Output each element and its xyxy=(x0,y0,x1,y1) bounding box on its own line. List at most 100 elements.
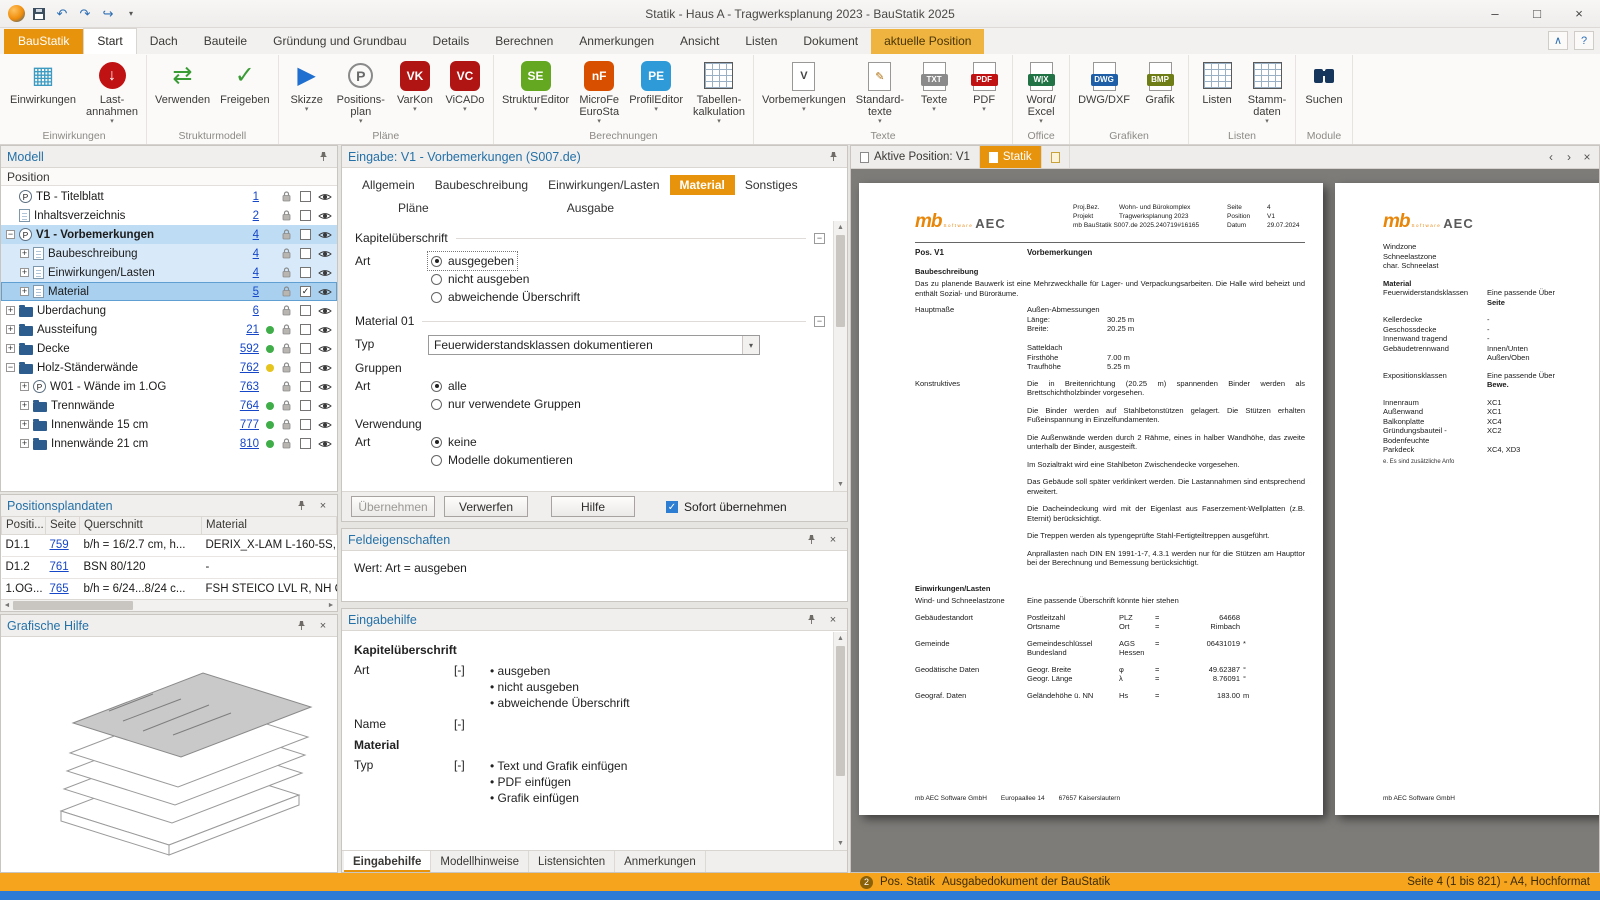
pin-icon[interactable] xyxy=(825,149,841,165)
eye-icon[interactable] xyxy=(317,287,333,297)
pdf-button[interactable]: PDFPDF▾ xyxy=(959,56,1009,114)
tree-row-w01-w-nde-im-1-og[interactable]: +PW01 - Wände im 1.OG763 xyxy=(1,377,337,396)
eye-icon[interactable] xyxy=(317,192,333,202)
row-checkbox[interactable] xyxy=(300,210,311,221)
help-tab-anmerkungen[interactable]: Anmerkungen xyxy=(615,851,706,872)
tab-aktive-position[interactable]: Aktive Position: V1 xyxy=(851,146,980,168)
scroll-right-arrow[interactable]: ► xyxy=(325,600,337,611)
radio-option-nicht-ausgeben[interactable]: nicht ausgeben xyxy=(428,270,532,288)
sofort-uebernehmen-checkbox[interactable]: ✓ xyxy=(666,501,678,513)
row-checkbox[interactable] xyxy=(300,324,311,335)
vertical-scrollbar[interactable]: ▲ ▼ xyxy=(833,632,847,850)
lock-icon[interactable] xyxy=(280,286,293,297)
verwenden-button[interactable]: ⇄Verwenden xyxy=(150,56,215,107)
tree-row-v1-vorbemerkungen[interactable]: −PV1 - Vorbemerkungen4 xyxy=(1,225,337,244)
row-checkbox[interactable] xyxy=(300,419,311,430)
lock-icon[interactable] xyxy=(280,362,293,373)
eye-icon[interactable] xyxy=(317,420,333,430)
standard-texte-button[interactable]: ✎Standard-texte▾ xyxy=(851,56,909,126)
ribbon-tab-berechnen[interactable]: Berechnen xyxy=(482,29,566,54)
tree-row-aussteifung[interactable]: +Aussteifung21 xyxy=(1,320,337,339)
tree-row-material[interactable]: +Material5✓ xyxy=(1,282,337,301)
page-number-link[interactable]: 592 xyxy=(231,343,259,355)
horizontal-scrollbar[interactable]: ◄ ► xyxy=(1,599,337,611)
app-menu-button[interactable] xyxy=(6,4,26,24)
scroll-up-arrow[interactable]: ▲ xyxy=(834,221,847,234)
close-panel-button[interactable]: × xyxy=(825,532,841,548)
expand-toggle[interactable]: + xyxy=(6,306,15,315)
grafik-button[interactable]: BMPGrafik xyxy=(1135,56,1185,107)
page-number-link[interactable]: 763 xyxy=(231,381,259,393)
redo-button[interactable]: ↷ xyxy=(75,4,95,24)
row-checkbox[interactable] xyxy=(300,400,311,411)
collapse-ribbon-button[interactable]: ∧ xyxy=(1548,31,1568,50)
page-number-link[interactable]: 21 xyxy=(231,324,259,336)
radio-option-keine[interactable]: keine xyxy=(428,433,480,451)
expand-toggle[interactable]: + xyxy=(6,344,15,353)
tabellen-kalkulation-button[interactable]: Tabellen-kalkulation▾ xyxy=(688,56,750,126)
verwerfen-button[interactable]: Verwerfen xyxy=(444,496,528,517)
eye-icon[interactable] xyxy=(317,382,333,392)
posplan-row[interactable]: D1.1759b/h = 16/2.7 cm, h...DERIX_X-LAM … xyxy=(2,534,337,556)
lock-icon[interactable] xyxy=(280,324,293,335)
eingabe-tab-baubeschreibung[interactable]: Baubeschreibung xyxy=(425,175,538,195)
collapse-section-button[interactable]: − xyxy=(814,316,825,327)
lock-icon[interactable] xyxy=(280,381,293,392)
ribbon-tab-start[interactable]: Start xyxy=(83,28,136,54)
close-panel-button[interactable]: × xyxy=(315,618,331,634)
eingabe-tab-einwirkungen-lasten[interactable]: Einwirkungen/Lasten xyxy=(538,175,669,195)
lock-icon[interactable] xyxy=(280,419,293,430)
expand-toggle[interactable]: + xyxy=(20,382,29,391)
eye-icon[interactable] xyxy=(317,401,333,411)
column-header-positi[interactable]: Positi... xyxy=(2,517,46,534)
positions-plan-button[interactable]: PPositions-plan▾ xyxy=(332,56,390,126)
varkon-button[interactable]: VKVarKon▾ xyxy=(390,56,440,114)
stamm-daten-button[interactable]: Stamm-daten▾ xyxy=(1242,56,1292,126)
lock-icon[interactable] xyxy=(280,343,293,354)
forward-button[interactable]: ↪ xyxy=(98,4,118,24)
tree-row-berdachung[interactable]: +Überdachung6 xyxy=(1,301,337,320)
eye-icon[interactable] xyxy=(317,230,333,240)
previous-tab-button[interactable]: ‹ xyxy=(1543,148,1559,166)
expand-toggle[interactable]: + xyxy=(20,439,29,448)
page-number-link[interactable]: 6 xyxy=(231,305,259,317)
word-excel-button[interactable]: W|XWord/Excel▾ xyxy=(1016,56,1066,126)
page-number-link[interactable]: 4 xyxy=(231,229,259,241)
tree-row-innenw-nde-21-cm[interactable]: +Innenwände 21 cm810 xyxy=(1,434,337,453)
expand-toggle[interactable]: + xyxy=(6,325,15,334)
row-checkbox[interactable] xyxy=(300,381,311,392)
pin-icon[interactable] xyxy=(803,612,819,628)
eye-icon[interactable] xyxy=(317,325,333,335)
customize-toolbar-button[interactable]: ▾ xyxy=(121,4,141,24)
eye-icon[interactable] xyxy=(317,249,333,259)
close-button[interactable]: × xyxy=(1558,0,1600,27)
eye-icon[interactable] xyxy=(317,211,333,221)
dwg-dxf-button[interactable]: DWGDWG/DXF xyxy=(1073,56,1135,107)
pin-icon[interactable] xyxy=(293,498,309,514)
row-checkbox[interactable] xyxy=(300,362,311,373)
eye-icon[interactable] xyxy=(317,306,333,316)
suchen-button[interactable]: Suchen xyxy=(1299,56,1349,107)
expand-toggle[interactable]: − xyxy=(6,363,15,372)
collapse-section-button[interactable]: − xyxy=(814,233,825,244)
document-area[interactable]: mbSoftwareAECProj.Bez.Wohn- und Bürokomp… xyxy=(851,169,1599,872)
lock-icon[interactable] xyxy=(280,400,293,411)
skizze-button[interactable]: ▶Skizze▾ xyxy=(282,56,332,114)
freigeben-button[interactable]: ✓Freigeben xyxy=(215,56,275,107)
column-header-material[interactable]: Material xyxy=(202,517,337,534)
einwirkungen-button[interactable]: ▦Einwirkungen xyxy=(5,56,81,107)
tree-row-inhaltsverzeichnis[interactable]: Inhaltsverzeichnis2 xyxy=(1,206,337,225)
radio-option-ausgegeben[interactable]: ausgegeben xyxy=(428,252,517,270)
listen-button[interactable]: Listen xyxy=(1192,56,1242,107)
close-panel-button[interactable]: × xyxy=(315,498,331,514)
struktureditor-button[interactable]: SEStrukturEditor▾ xyxy=(497,56,574,114)
tree-row-einwirkungen-lasten[interactable]: +Einwirkungen/Lasten4 xyxy=(1,263,337,282)
row-checkbox[interactable] xyxy=(300,248,311,259)
scrollbar-thumb[interactable] xyxy=(13,601,133,610)
column-header-querschnitt[interactable]: Querschnitt xyxy=(80,517,202,534)
ribbon-tab-aktuelle-position[interactable]: aktuelle Position xyxy=(871,29,984,54)
posplan-row[interactable]: D1.2761BSN 80/120- xyxy=(2,556,337,578)
maximize-button[interactable]: □ xyxy=(1516,0,1558,27)
lock-icon[interactable] xyxy=(280,438,293,449)
tree-row-holz-st-nderw-nde[interactable]: −Holz-Ständerwände762 xyxy=(1,358,337,377)
